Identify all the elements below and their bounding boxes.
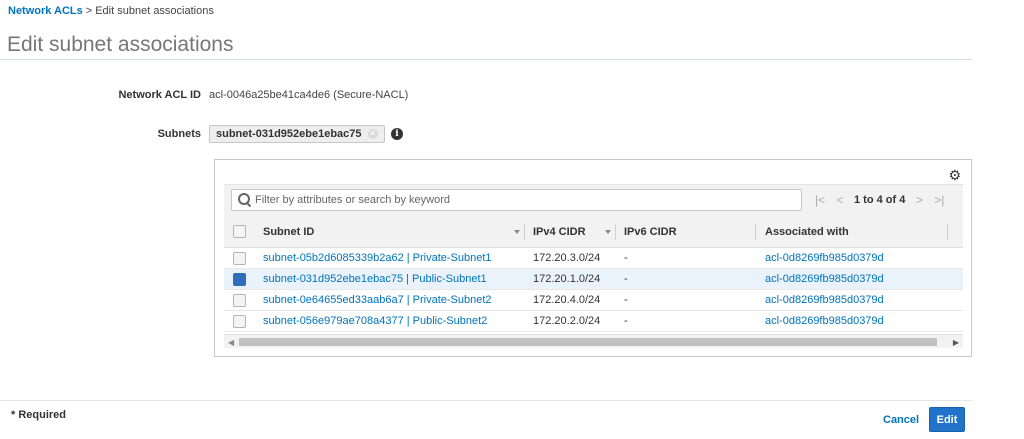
next-page-button[interactable]: > (913, 193, 925, 207)
table-row[interactable]: subnet-0e64655ed33aab6a7 | Private-Subne… (224, 290, 963, 311)
subnet-id-link[interactable]: subnet-031d952ebe1ebac75 | Public-Subnet… (263, 269, 487, 289)
search-input[interactable] (255, 194, 785, 206)
ipv4-cidr-cell: 172.20.4.0/24 (533, 294, 601, 306)
ipv4-cidr-cell: 172.20.3.0/24 (533, 252, 601, 264)
column-divider[interactable] (615, 224, 616, 240)
title-divider (0, 59, 972, 60)
column-header-ipv4-cidr[interactable]: IPv4 CIDR (533, 216, 586, 247)
column-divider[interactable] (947, 224, 948, 240)
footer-divider (0, 400, 972, 401)
subnet-table-panel: ⚙ |< < 1 to 4 of 4 > >| Subnet ID IPv4 C… (214, 159, 972, 357)
table-toolbar: |< < 1 to 4 of 4 > >| (224, 184, 963, 216)
select-all-checkbox[interactable] (233, 225, 246, 238)
horizontal-scrollbar[interactable]: ◀ ▶ (224, 334, 963, 348)
pagination: |< < 1 to 4 of 4 > >| (814, 193, 945, 207)
subnet-table: Subnet ID IPv4 CIDR IPv6 CIDR Associated… (224, 216, 963, 332)
column-divider[interactable] (755, 224, 756, 240)
pagination-text: 1 to 4 of 4 (854, 194, 906, 206)
close-icon[interactable]: ✕ (367, 129, 378, 139)
sort-caret-icon[interactable] (605, 230, 611, 234)
associated-acl-link[interactable]: acl-0d8269fb985d0379d (765, 311, 884, 331)
subnet-token[interactable]: subnet-031d952ebe1ebac75 ✕ (209, 125, 385, 143)
network-acl-id-label: Network ACL ID (118, 89, 201, 101)
scroll-left-icon[interactable]: ◀ (228, 338, 234, 347)
table-row[interactable]: subnet-031d952ebe1ebac75 | Public-Subnet… (224, 269, 963, 290)
ipv6-cidr-cell: - (624, 273, 628, 285)
subnets-label: Subnets (157, 128, 201, 140)
subnet-id-link[interactable]: subnet-05b2d6085339b2a62 | Private-Subne… (263, 248, 492, 268)
associated-acl-link[interactable]: acl-0d8269fb985d0379d (765, 290, 884, 310)
subnet-id-link[interactable]: subnet-056e979ae708a4377 | Public-Subnet… (263, 311, 487, 331)
table-row[interactable]: subnet-05b2d6085339b2a62 | Private-Subne… (224, 248, 963, 269)
ipv4-cidr-cell: 172.20.1.0/24 (533, 273, 601, 285)
table-header: Subnet ID IPv4 CIDR IPv6 CIDR Associated… (224, 216, 963, 248)
edit-button[interactable]: Edit (929, 407, 965, 432)
column-header-ipv6-cidr[interactable]: IPv6 CIDR (624, 216, 677, 247)
search-icon (235, 190, 255, 210)
scroll-right-icon[interactable]: ▶ (953, 338, 959, 347)
row-checkbox[interactable] (233, 251, 246, 265)
subnet-token-label: subnet-031d952ebe1ebac75 (216, 128, 362, 140)
column-header-associated-with[interactable]: Associated with (765, 216, 849, 247)
breadcrumb-network-acls-link[interactable]: Network ACLs (8, 5, 83, 17)
ipv4-cidr-cell: 172.20.2.0/24 (533, 315, 601, 327)
breadcrumb-current: Edit subnet associations (95, 5, 214, 17)
row-checkbox[interactable] (233, 293, 246, 307)
prev-page-button[interactable]: < (834, 193, 846, 207)
gear-icon[interactable]: ⚙ (948, 168, 961, 182)
ipv6-cidr-cell: - (624, 294, 628, 306)
breadcrumb-separator: > (85, 5, 93, 17)
network-acl-id-value: acl-0046a25be41ca4de6 (Secure-NACL) (209, 89, 409, 101)
subnet-id-link[interactable]: subnet-0e64655ed33aab6a7 | Private-Subne… (263, 290, 492, 310)
breadcrumb: Network ACLs > Edit subnet associations (8, 5, 214, 17)
table-row[interactable]: subnet-056e979ae708a4377 | Public-Subnet… (224, 311, 963, 332)
column-divider[interactable] (524, 224, 525, 240)
page-title: Edit subnet associations (7, 33, 234, 56)
row-checkbox[interactable] (233, 314, 246, 328)
scrollbar-thumb[interactable] (239, 338, 937, 346)
info-icon[interactable]: i (391, 128, 403, 140)
column-header-subnet-id[interactable]: Subnet ID (263, 216, 314, 247)
required-note: * Required (11, 409, 67, 421)
ipv6-cidr-cell: - (624, 315, 628, 327)
first-page-button[interactable]: |< (814, 193, 826, 207)
last-page-button[interactable]: >| (933, 193, 945, 207)
sort-caret-icon[interactable] (514, 230, 520, 234)
associated-acl-link[interactable]: acl-0d8269fb985d0379d (765, 248, 884, 268)
ipv6-cidr-cell: - (624, 252, 628, 264)
associated-acl-link[interactable]: acl-0d8269fb985d0379d (765, 269, 884, 289)
row-checkbox[interactable] (233, 272, 246, 286)
cancel-button[interactable]: Cancel (877, 409, 925, 431)
search-box[interactable] (231, 189, 802, 211)
